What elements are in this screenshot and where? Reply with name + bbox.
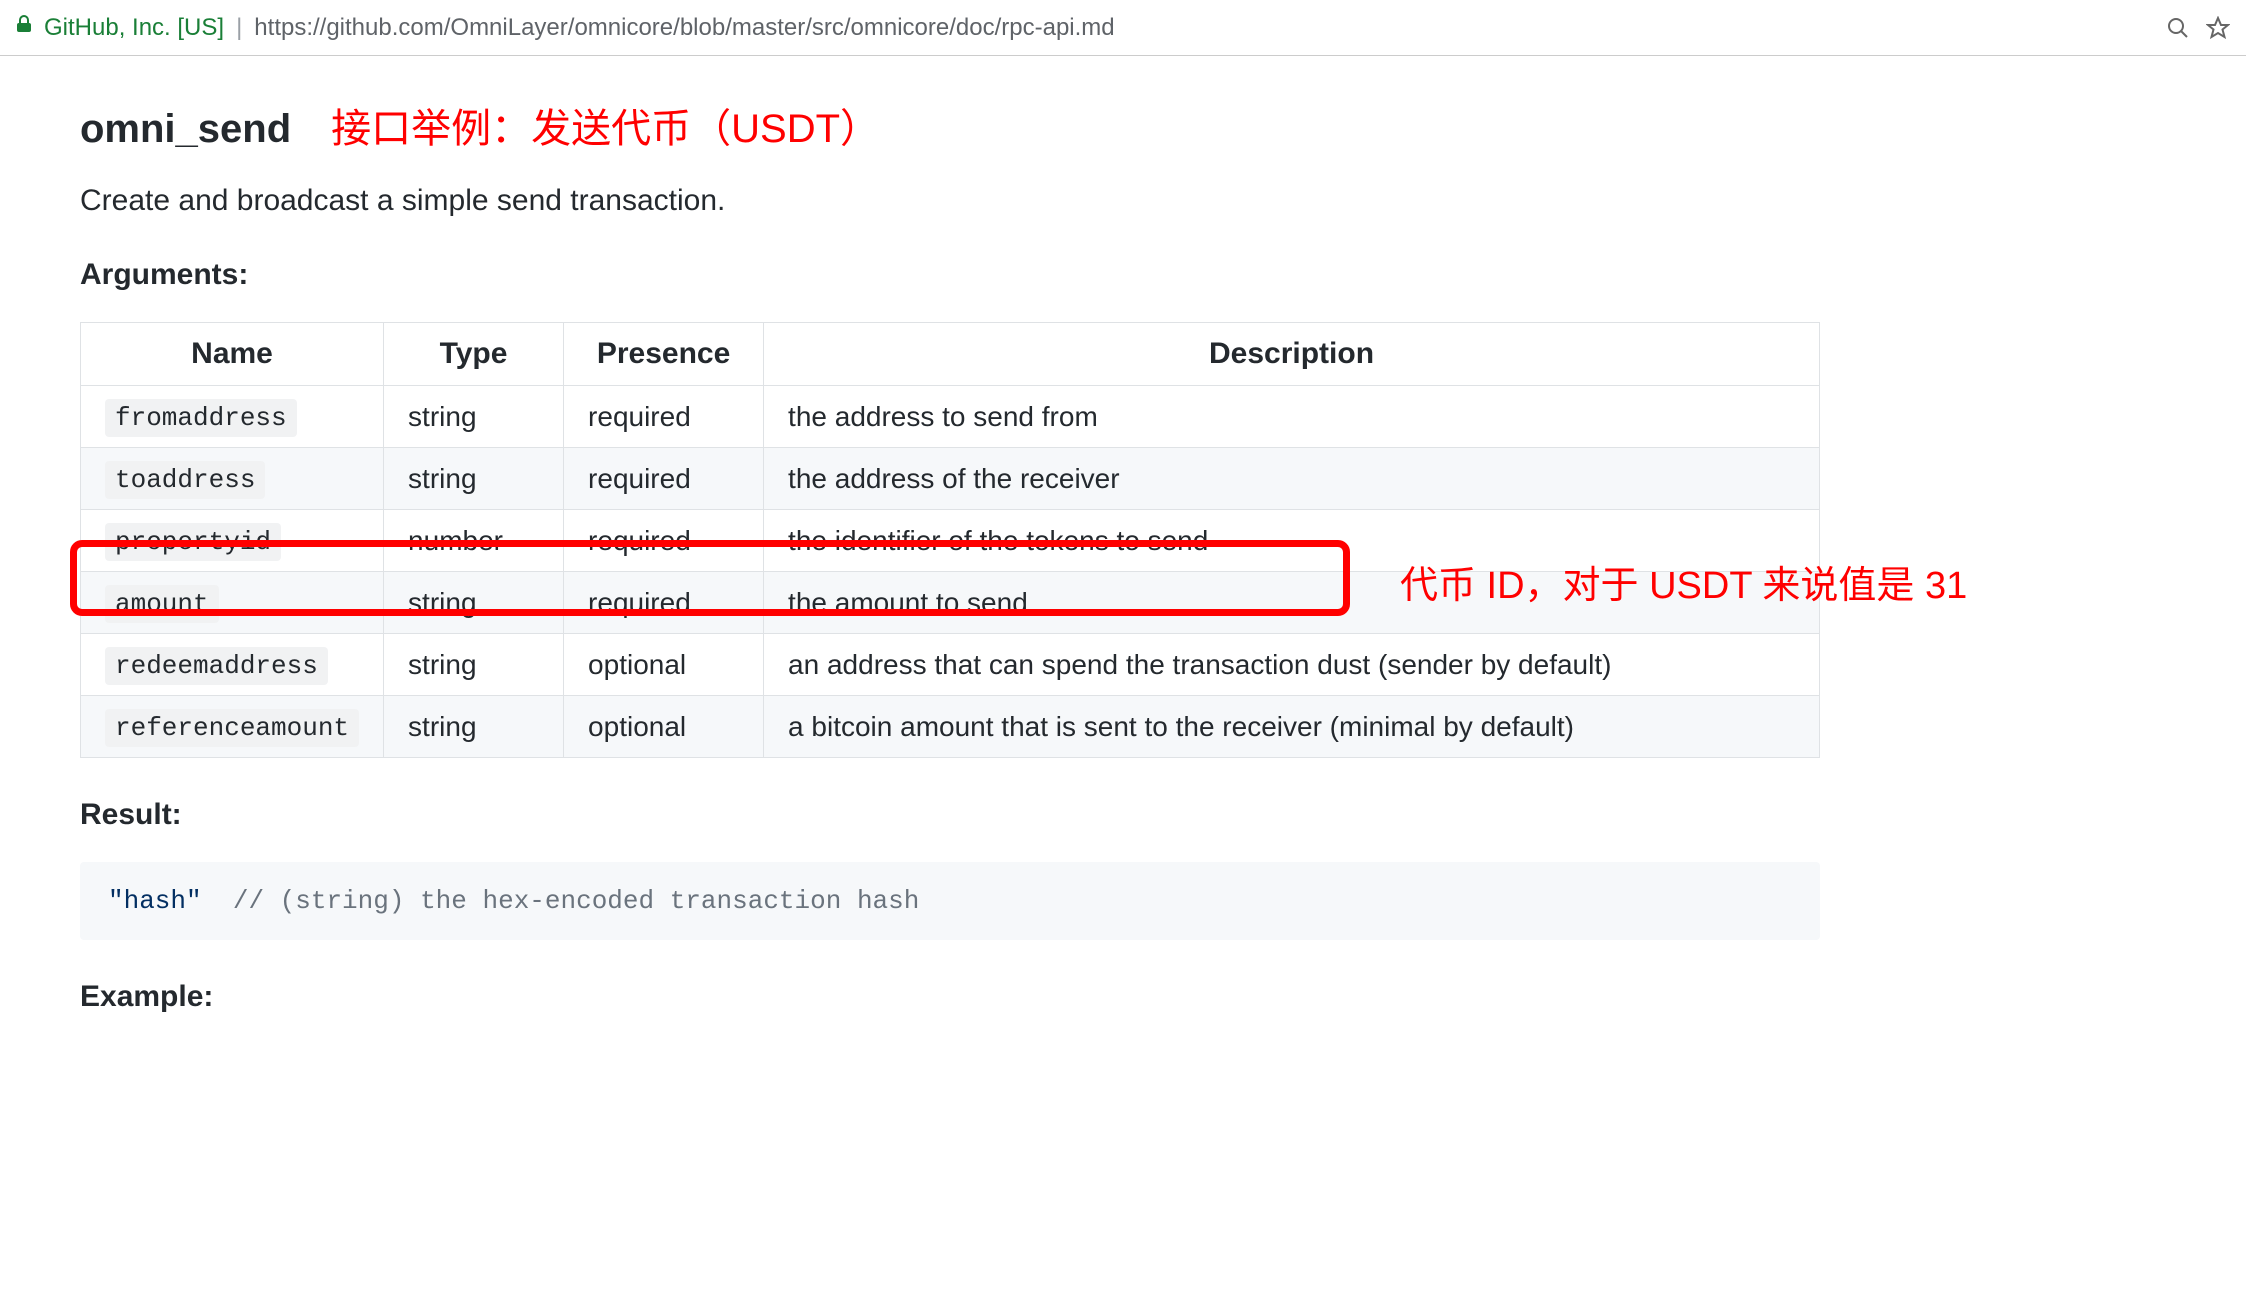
col-header-description: Description (764, 323, 1820, 386)
zoom-icon[interactable] (2162, 12, 2194, 44)
api-title-annotation: 接口举例：发送代币（USDT） (331, 96, 880, 154)
arg-type: string (384, 448, 564, 510)
api-heading-row: omni_send 接口举例：发送代币（USDT） (80, 96, 2120, 154)
browser-url-bar[interactable]: GitHub, Inc. [US] | https://github.com/O… (0, 0, 2246, 56)
table-row: fromaddress string required the address … (81, 386, 1820, 448)
arg-presence: required (564, 448, 764, 510)
url-divider: | (236, 14, 242, 42)
col-header-presence: Presence (564, 323, 764, 386)
arg-name: referenceamount (105, 709, 359, 747)
bookmark-star-icon[interactable] (2202, 12, 2234, 44)
arg-presence: optional (564, 634, 764, 696)
table-header-row: Name Type Presence Description (81, 323, 1820, 386)
col-header-name: Name (81, 323, 384, 386)
arg-description: a bitcoin amount that is sent to the rec… (764, 696, 1820, 758)
col-header-type: Type (384, 323, 564, 386)
arg-type: string (384, 696, 564, 758)
api-description: Create and broadcast a simple send trans… (80, 184, 2120, 218)
arg-name: redeemaddress (105, 647, 328, 685)
arg-presence: optional (564, 696, 764, 758)
document-content: omni_send 接口举例：发送代币（USDT） Create and bro… (0, 56, 2200, 1084)
result-code-block: "hash" // (string) the hex-encoded trans… (80, 862, 1820, 940)
arguments-table: Name Type Presence Description fromaddre… (80, 322, 1820, 758)
table-row: redeemaddress string optional an address… (81, 634, 1820, 696)
lock-icon (12, 12, 36, 43)
arg-type: number (384, 510, 564, 572)
site-identity-label: GitHub, Inc. [US] (44, 14, 224, 42)
arg-name: amount (105, 585, 219, 623)
arg-presence: required (564, 572, 764, 634)
arg-description: the address to send from (764, 386, 1820, 448)
arg-presence: required (564, 386, 764, 448)
arg-type: string (384, 572, 564, 634)
result-heading: Result: (80, 798, 2120, 832)
arguments-table-wrapper: Name Type Presence Description fromaddre… (80, 322, 2120, 758)
arg-name: propertyid (105, 523, 281, 561)
arg-type: string (384, 386, 564, 448)
result-comment: // (string) the hex-encoded transaction … (233, 886, 920, 916)
arg-presence: required (564, 510, 764, 572)
arg-description: the address of the receiver (764, 448, 1820, 510)
arg-name: fromaddress (105, 399, 297, 437)
table-row: toaddress string required the address of… (81, 448, 1820, 510)
arg-type: string (384, 634, 564, 696)
arg-name: toaddress (105, 461, 265, 499)
arg-description: an address that can spend the transactio… (764, 634, 1820, 696)
arguments-heading: Arguments: (80, 258, 2120, 292)
page-url: https://github.com/OmniLayer/omnicore/bl… (254, 14, 2154, 42)
table-row: referenceamount string optional a bitcoi… (81, 696, 1820, 758)
row-annotation: 代币 ID，对于 USDT 来说值是 31 (1400, 554, 1967, 609)
example-heading: Example: (80, 980, 2120, 1014)
result-hash-literal: "hash" (108, 886, 202, 916)
api-method-name: omni_send (80, 107, 291, 152)
